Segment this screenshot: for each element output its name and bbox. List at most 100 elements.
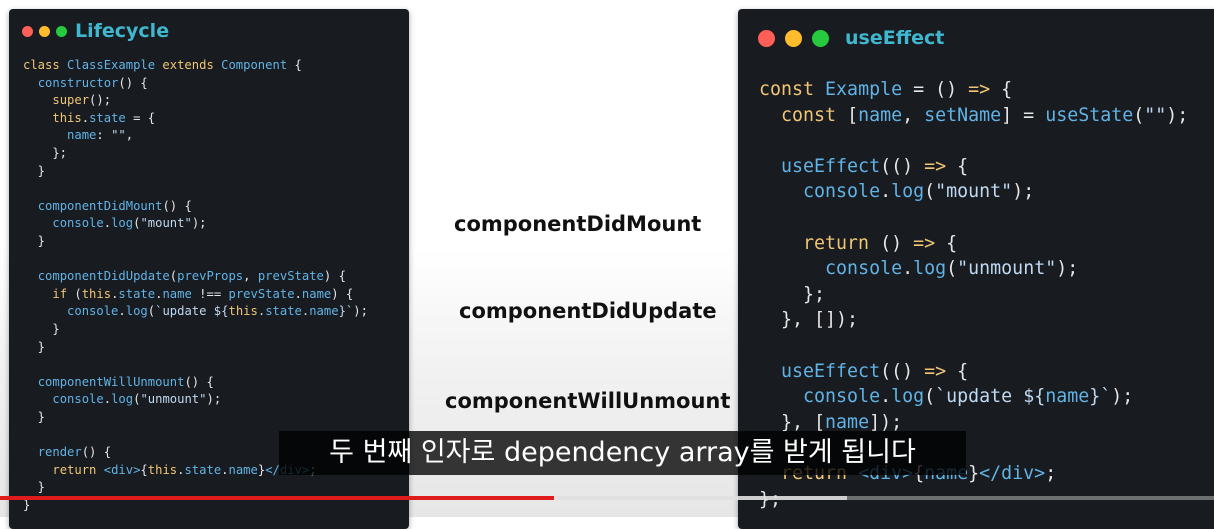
code-token: const xyxy=(781,104,848,126)
code-line: name: "", xyxy=(23,127,368,145)
code-token: log xyxy=(111,392,134,407)
component-did-mount-label: componentDidMount xyxy=(454,212,702,236)
code-token: return xyxy=(52,462,104,477)
code-token: } xyxy=(23,321,60,336)
code-token: (() xyxy=(880,155,925,177)
code-token: => xyxy=(924,360,958,382)
code-token: prevState xyxy=(228,286,295,301)
code-line: console.log("unmount"); xyxy=(759,256,1188,282)
code-line: if (this.state.name !== prevState.name) … xyxy=(23,286,368,304)
code-token: ); xyxy=(191,216,207,231)
code-token: setName xyxy=(924,104,1002,126)
code-token: name xyxy=(301,286,332,301)
code-token: = () xyxy=(902,79,969,100)
code-token: () { xyxy=(81,445,112,460)
code-line: }; xyxy=(759,282,1188,308)
code-token: , xyxy=(125,128,134,143)
code-line: console.log(`update ${name}`); xyxy=(759,384,1188,410)
code-line: } xyxy=(23,479,368,497)
code-line: useEffect(() => { xyxy=(759,359,1188,385)
code-token: ClassExample xyxy=(67,58,163,72)
code-token: ( xyxy=(946,258,958,280)
code-token: state xyxy=(184,462,222,477)
code-token: (() xyxy=(880,360,925,382)
code-token: extends xyxy=(162,58,222,72)
code-token: "unmount" xyxy=(957,258,1057,280)
code-token: state xyxy=(265,304,302,319)
code-token: { xyxy=(957,155,969,177)
code-token: . xyxy=(902,258,914,280)
code-token: useEffect xyxy=(781,155,881,177)
code-token: . xyxy=(103,392,112,407)
code-line: }, []); xyxy=(759,307,1188,333)
code-token: `update ${ xyxy=(155,304,229,319)
close-dot-icon xyxy=(758,29,775,47)
window-titlebar: Lifecycle xyxy=(22,20,169,42)
code-line: class ClassExample extends Component { xyxy=(23,57,368,75)
code-token: "mount" xyxy=(140,216,192,231)
code-line: super(); xyxy=(23,92,368,110)
code-token: = { xyxy=(125,110,156,125)
component-did-update-label: componentDidUpdate xyxy=(459,299,717,323)
code-token: { xyxy=(1001,79,1013,100)
code-token: => xyxy=(968,79,1002,100)
code-token: (); xyxy=(89,93,112,108)
code-token: ( xyxy=(74,286,82,301)
code-line: console.log(`update ${this.state.name}`)… xyxy=(23,303,368,321)
code-token: componentWillUnmount xyxy=(37,374,185,389)
code-line: this.state = { xyxy=(23,110,368,128)
code-token: } xyxy=(968,462,980,484)
code-token: Example xyxy=(825,79,903,100)
code-line: return () => { xyxy=(759,231,1188,257)
code-token: !== xyxy=(191,286,229,301)
code-token: . xyxy=(118,304,126,319)
code-token: `update ${ xyxy=(935,386,1046,408)
code-token: . xyxy=(880,181,892,203)
video-progress-played xyxy=(0,496,554,500)
code-token: name xyxy=(1045,386,1090,408)
code-line: } xyxy=(23,321,368,339)
code-token: ); xyxy=(206,392,222,407)
code-token: "mount" xyxy=(935,181,1013,203)
code-token: () { xyxy=(118,75,148,90)
code-token: console xyxy=(825,258,903,280)
code-line: constructor() { xyxy=(23,75,368,93)
code-token: state xyxy=(89,110,126,125)
code-token: ( xyxy=(147,304,156,319)
code-token: , xyxy=(902,104,925,126)
code-token: ( xyxy=(1133,104,1145,126)
code-token: . xyxy=(294,286,302,301)
code-token: ( xyxy=(924,181,936,203)
code-token: { xyxy=(957,360,969,382)
code-token: name xyxy=(162,286,192,301)
code-token: () xyxy=(880,232,914,254)
code-token: }` xyxy=(1089,386,1112,408)
window-title: Lifecycle xyxy=(75,20,170,42)
code-token: log xyxy=(913,258,947,280)
code-token: log xyxy=(891,386,925,408)
code-token: name xyxy=(858,104,903,126)
video-progress-buffered xyxy=(554,496,847,500)
code-token: </div> xyxy=(979,462,1046,484)
code-token: prevState xyxy=(257,269,324,284)
code-line: console.log("mount"); xyxy=(23,215,368,233)
code-token: log xyxy=(891,181,925,203)
code-token: console xyxy=(67,304,119,319)
code-token: name xyxy=(309,304,339,319)
code-token: return xyxy=(803,232,881,254)
code-token: { xyxy=(294,58,302,72)
